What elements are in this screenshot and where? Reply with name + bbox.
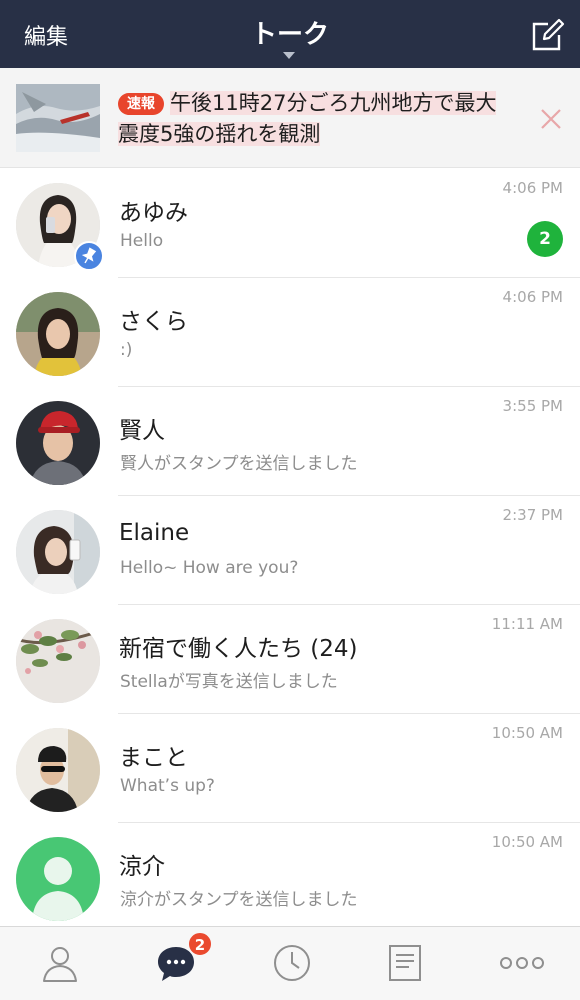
tab-news[interactable] [347,927,463,1000]
chat-name: 賢人 [119,418,165,444]
page-title[interactable]: トーク [0,14,580,51]
title-dropdown-icon[interactable] [283,52,295,59]
chat-row-kento[interactable]: 賢人 賢人がスタンプを送信しました 3:55 PM [0,387,580,496]
chat-name: さくら [119,309,188,335]
chat-last-message: :) [120,340,133,360]
chat-name: まこと [119,745,188,771]
document-icon [389,945,421,981]
compose-icon[interactable] [531,18,565,52]
pin-icon [74,241,104,271]
news-headline[interactable]: 午後11時27分ごろ九州地方で最大震度5強の揺れを観測 [118,91,497,146]
tab-more[interactable] [466,927,580,1000]
chat-row-ayumi[interactable]: あゆみ Hello 4:06 PM 2 [0,169,580,278]
chats-unread-badge: 2 [187,931,213,957]
chat-last-message: What’s up? [120,776,215,796]
chat-name: 新宿で働く人たち (24) [119,636,358,662]
chat-time: 2:37 PM [502,506,563,524]
chat-time: 10:50 AM [491,833,563,851]
chat-name: あゆみ [119,200,188,226]
chat-last-message: 涼介がスタンプを送信しました [120,890,358,910]
avatar [16,401,100,485]
tab-chats[interactable]: 2 [118,927,234,1000]
avatar [16,728,100,812]
more-icon [500,957,544,969]
chat-time: 3:55 PM [502,397,563,415]
avatar [16,837,100,921]
chat-time: 10:50 AM [491,724,563,742]
chat-time: 4:06 PM [502,288,563,306]
chat-list: あゆみ Hello 4:06 PM 2 さくら :) 4:06 PM 賢人 賢人… [0,169,580,932]
chat-time: 11:11 AM [491,615,563,633]
avatar [16,292,100,376]
breaking-news-banner[interactable]: 速報 午後11時27分ごろ九州地方で最大震度5強の揺れを観測 [0,68,580,168]
clock-icon [274,945,310,981]
top-nav-bar: 編集 トーク [0,0,580,68]
chat-last-message: Hello~ How are you? [120,558,299,578]
unread-count-badge: 2 [527,221,563,257]
person-icon [43,947,77,982]
chat-last-message: 賢人がスタンプを送信しました [120,454,358,474]
news-headline-box[interactable]: 速報 午後11時27分ごろ九州地方で最大震度5強の揺れを観測 [118,88,510,150]
chat-last-message: Hello [120,231,164,251]
chat-time: 4:06 PM [502,179,563,197]
close-icon[interactable] [536,104,566,134]
bottom-tab-bar: 2 [0,926,580,1000]
news-thumbnail [16,84,100,152]
chat-row-group-shinjuku[interactable]: 新宿で働く人たち (24) Stellaが写真を送信しました 11:11 AM [0,605,580,714]
chat-row-elaine[interactable]: Elaine Hello~ How are you? 2:37 PM [0,496,580,605]
chat-last-message: Stellaが写真を送信しました [120,672,338,692]
avatar [16,510,100,594]
tab-timeline[interactable] [234,927,350,1000]
avatar [16,619,100,703]
chat-name: Elaine [119,520,190,546]
tab-friends[interactable] [2,927,118,1000]
breaking-news-badge: 速報 [118,93,164,115]
chat-row-makoto[interactable]: まこと What’s up? 10:50 AM [0,714,580,823]
chat-row-ryosuke[interactable]: 涼介 涼介がスタンプを送信しました 10:50 AM [0,823,580,932]
chat-row-sakura[interactable]: さくら :) 4:06 PM [0,278,580,387]
chat-name: 涼介 [119,854,165,880]
